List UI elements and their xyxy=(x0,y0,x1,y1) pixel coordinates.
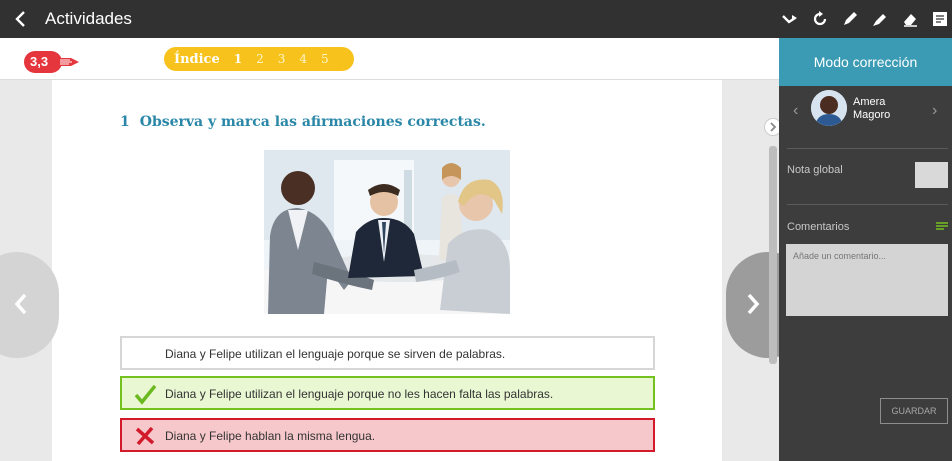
divider xyxy=(787,204,948,205)
page-1[interactable]: 1 xyxy=(234,52,242,66)
question-number: 1 xyxy=(120,114,130,130)
answer-option-text: Diana y Felipe utilizan el lenguaje porq… xyxy=(165,387,554,401)
question-text: Observa y marca las afirmaciones correct… xyxy=(139,114,486,130)
next-student-button[interactable]: › xyxy=(932,102,937,120)
index-label[interactable]: Índice xyxy=(174,52,220,67)
top-bar: Actividades xyxy=(0,0,952,38)
checkmark-icon xyxy=(134,384,156,405)
chevron-left-icon xyxy=(15,11,25,27)
marker-tool-button[interactable] xyxy=(868,7,892,31)
score-pointer-icon xyxy=(57,58,79,66)
student-first-name: Amera xyxy=(853,96,886,108)
page-2[interactable]: 2 xyxy=(256,52,264,66)
app-title: Actividades xyxy=(45,9,132,28)
chevron-right-icon xyxy=(770,122,777,132)
student-avatar xyxy=(811,90,847,126)
page-5[interactable]: 5 xyxy=(321,52,329,66)
answer-option-2[interactable]: Diana y Felipe utilizan el lenguaje porq… xyxy=(120,376,655,410)
page-3[interactable]: 3 xyxy=(278,52,286,66)
prev-activity-button[interactable] xyxy=(0,252,59,358)
back-button[interactable] xyxy=(11,8,33,30)
question-title: 1 Observa y marca las afirmaciones correc… xyxy=(120,114,486,130)
chevron-left-icon xyxy=(14,293,27,315)
grade-label: Nota global xyxy=(787,164,843,176)
answer-option-1[interactable]: Diana y Felipe utilizan el lenguaje porq… xyxy=(120,336,655,370)
cross-icon xyxy=(135,426,155,446)
refresh-tool-button[interactable] xyxy=(808,7,832,31)
lines-icon xyxy=(936,222,948,230)
answer-option-3[interactable]: Diana y Felipe hablan la misma lengua. xyxy=(120,418,655,452)
note-icon xyxy=(933,12,947,26)
refresh-icon xyxy=(813,11,827,26)
comments-label: Comentarios xyxy=(787,221,850,233)
comment-input[interactable]: Añade un comentario... xyxy=(786,244,948,316)
prev-student-button[interactable]: ‹ xyxy=(793,102,798,120)
chevron-right-icon xyxy=(747,293,760,315)
business-meeting-image xyxy=(264,150,510,314)
collapse-panel-button[interactable] xyxy=(764,118,779,136)
score-value: 3,3 xyxy=(30,54,49,69)
eraser-icon xyxy=(904,14,917,27)
save-button[interactable]: GUARDAR xyxy=(880,398,948,424)
student-name: Amera Magoro xyxy=(853,96,913,122)
eraser-tool-button[interactable] xyxy=(898,7,922,31)
answer-option-text: Diana y Felipe hablan la misma lengua. xyxy=(165,429,376,443)
panel-header: Modo corrección xyxy=(779,38,952,86)
scrollbar[interactable] xyxy=(769,146,777,364)
grade-input[interactable] xyxy=(915,162,948,188)
index-bar: Índice 1 2 3 4 5 xyxy=(0,38,779,80)
pen-icon xyxy=(844,12,857,25)
note-tool-button[interactable] xyxy=(928,7,952,31)
pen-tool-button[interactable] xyxy=(838,7,862,31)
toolbar xyxy=(778,7,952,31)
correction-panel: Modo corrección ‹ Amera Magoro › Nota gl… xyxy=(779,38,952,461)
answer-option-text: Diana y Felipe utilizan el lenguaje porq… xyxy=(165,347,506,361)
page-index: Índice 1 2 3 4 5 xyxy=(164,47,354,71)
arrow-tool-button[interactable] xyxy=(778,7,802,31)
student-last-name: Magoro xyxy=(853,109,891,121)
divider xyxy=(787,148,948,149)
arrow-icon xyxy=(782,15,797,24)
page-4[interactable]: 4 xyxy=(299,52,307,66)
marker-icon xyxy=(873,14,886,26)
score-badge: 3,3 xyxy=(24,51,80,73)
person-icon xyxy=(811,90,847,126)
